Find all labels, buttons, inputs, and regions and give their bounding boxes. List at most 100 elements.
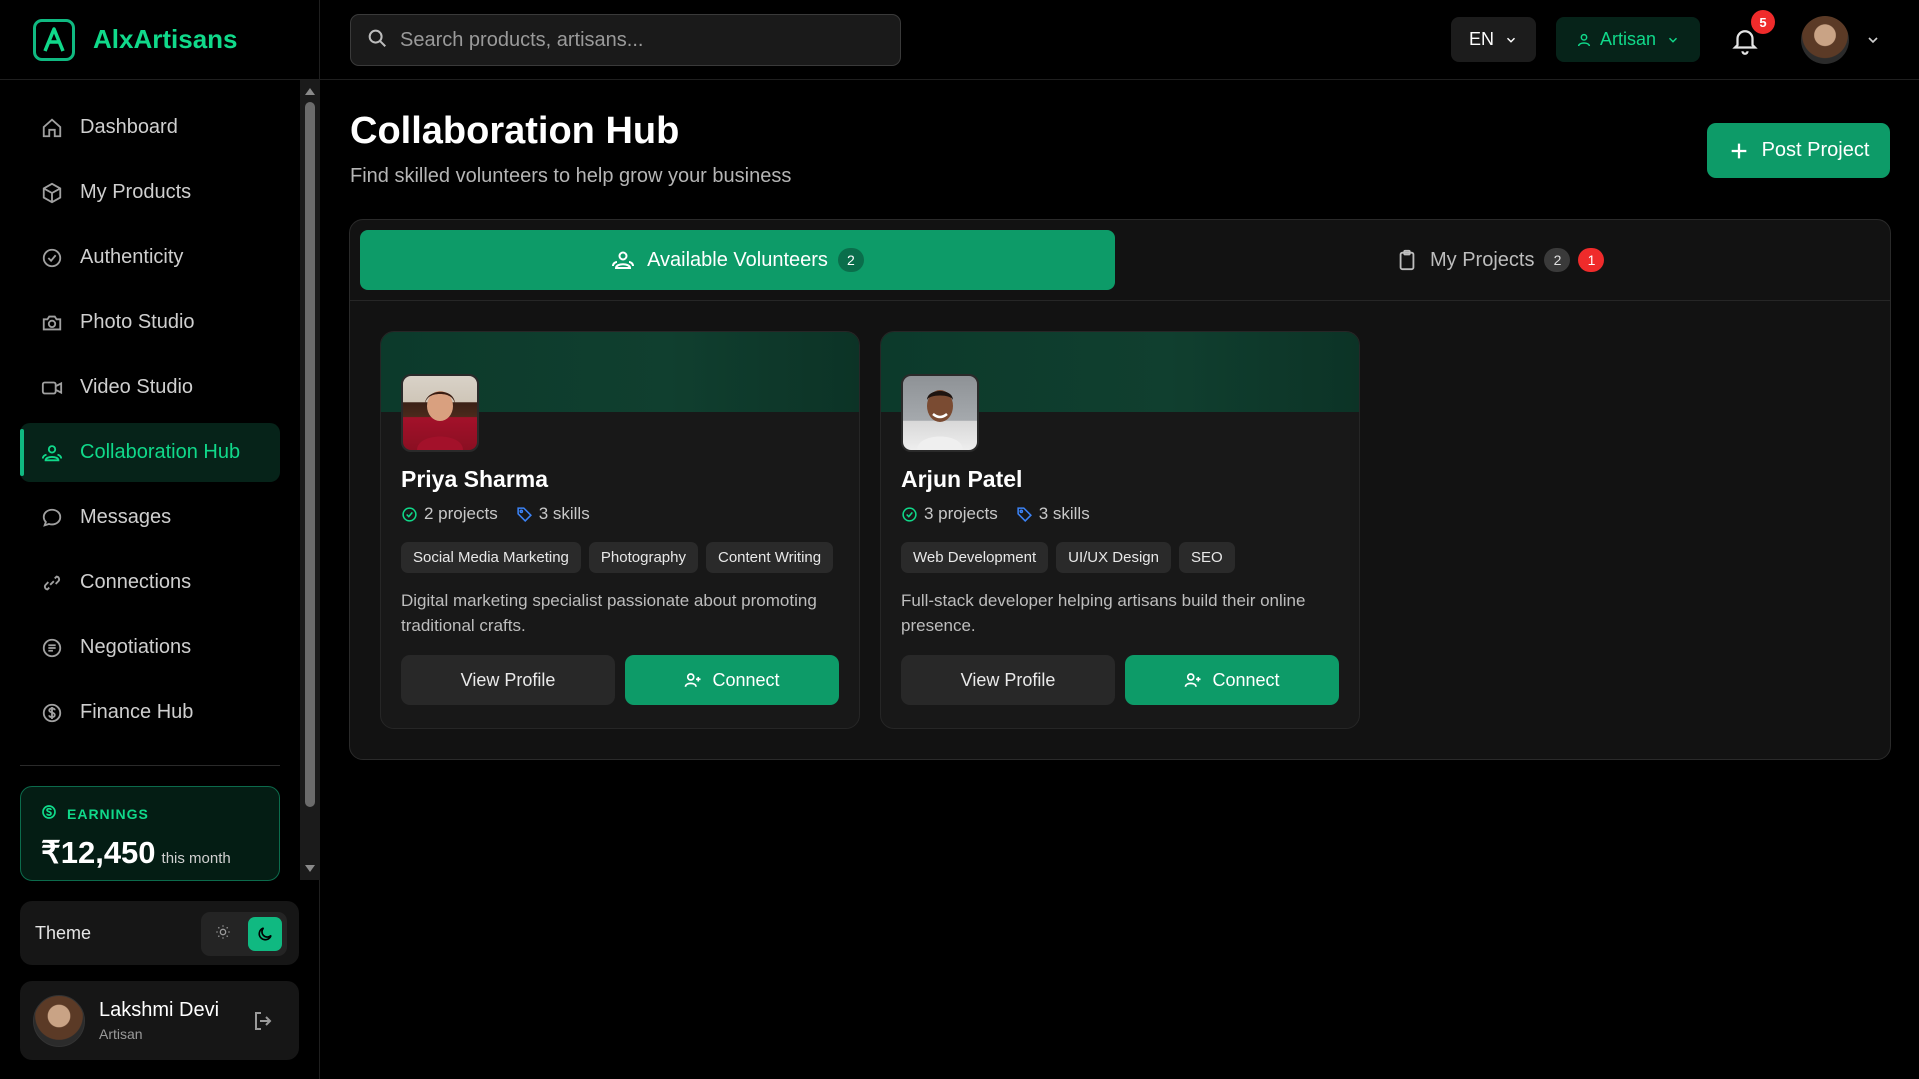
avatar [401,374,479,452]
tab-label: My Projects [1430,248,1535,271]
sidebar-item-my-products[interactable]: My Products [20,163,280,222]
skill-tags: Social Media Marketing Photography Conte… [401,542,841,573]
view-profile-button[interactable]: View Profile [401,655,615,705]
sidebar-item-collaboration-hub[interactable]: Collaboration Hub [20,423,280,482]
skill-tag: Content Writing [705,542,834,573]
video-icon [40,376,64,400]
sidebar-item-negotiations[interactable]: Negotiations [20,618,280,677]
tab-alert-badge: 1 [1578,248,1605,272]
user-plus-icon [1184,671,1202,689]
sidebar-item-connections[interactable]: Connections [20,553,280,612]
volunteer-meta: 2 projects 3 skills [401,504,608,524]
sidebar-item-label: Dashboard [80,116,178,138]
package-icon [40,181,64,205]
link-icon [40,571,64,595]
skill-count: 3 skills [1038,504,1090,523]
connect-label: Connect [1212,669,1280,690]
search-bar[interactable] [350,14,901,66]
sidebar-item-label: Finance Hub [80,701,194,723]
connect-button[interactable]: Connect [1125,655,1339,705]
volunteer-name: Priya Sharma [401,466,549,492]
moon-icon[interactable] [248,917,282,951]
sidebar-item-photo-studio[interactable]: Photo Studio [20,293,280,352]
chevron-down-icon[interactable] [1865,32,1881,53]
sidebar-item-label: Negotiations [80,636,192,658]
sidebar-item-label: Messages [80,506,172,528]
scroll-down-arrow[interactable] [305,865,315,872]
sidebar-item-authenticity[interactable]: Authenticity [20,228,280,287]
theme-toggle[interactable] [201,912,287,956]
project-count: 3 projects [924,504,998,523]
sidebar-scrollbar[interactable] [300,80,320,880]
volunteer-meta: 3 projects 3 skills [901,504,1108,524]
app-name: AlxArtisans [93,24,238,54]
tab-label: Available Volunteers [647,248,828,271]
user-name: Lakshmi Devi [99,999,220,1021]
sidebar-item-label: Collaboration Hub [80,441,241,463]
check-circle-icon [40,246,64,270]
language-label: EN [1468,29,1494,49]
tab-available-volunteers[interactable]: Available Volunteers 2 [360,230,1115,290]
page-subtitle: Find skilled volunteers to help grow you… [350,165,792,187]
volunteer-description: Digital marketing specialist passionate … [401,591,817,635]
avatar [33,994,85,1047]
logo-icon [33,18,75,61]
sidebar-item-label: Video Studio [80,376,194,398]
earnings-card: EARNINGS ₹12,450 this month [20,786,280,881]
chevron-down-icon [1666,33,1680,47]
sidebar-nav: Dashboard My Products Authenticity Photo… [20,98,280,748]
post-project-button[interactable]: Post Project [1707,123,1890,178]
handshake-icon [40,636,64,660]
skill-tag: SEO [1179,542,1235,573]
user-plus-icon [684,671,702,689]
tag-icon [516,506,533,523]
check-circle-icon [401,506,418,523]
tag-icon [1016,506,1033,523]
connect-button[interactable]: Connect [625,655,839,705]
camera-icon [40,311,64,335]
scroll-up-arrow[interactable] [305,88,315,95]
language-selector[interactable]: EN [1451,17,1536,62]
connect-label: Connect [712,669,780,690]
post-project-label: Post Project [1761,139,1870,161]
skill-tag: Photography [588,542,698,573]
role-label: Artisan [1599,29,1657,49]
page-title: Collaboration Hub [350,110,680,152]
logo-row[interactable]: AlxArtisans [0,0,319,80]
home-icon [40,116,64,140]
sidebar-item-video-studio[interactable]: Video Studio [20,358,280,417]
sidebar-item-finance-hub[interactable]: Finance Hub [20,683,280,742]
top-bar: EN Artisan 5 [320,0,1919,80]
users-icon [611,248,635,272]
volunteer-name: Arjun Patel [901,466,1023,492]
tab-my-projects[interactable]: My Projects 2 1 [1396,242,1605,278]
skill-tag: Social Media Marketing [401,542,581,573]
skill-tags: Web Development UI/UX Design SEO [901,542,1243,573]
sun-icon[interactable] [215,924,231,945]
users-icon [40,441,64,465]
sidebar-item-messages[interactable]: Messages [20,488,280,547]
skill-tag: Web Development [901,542,1049,573]
volunteer-card: Priya Sharma 2 projects 3 skills Social … [380,331,860,729]
theme-switcher: Theme [20,901,299,965]
search-input[interactable] [400,28,880,52]
volunteer-description: Full-stack developer helping artisans bu… [901,591,1306,635]
sidebar-item-label: Authenticity [80,246,184,268]
search-icon [366,27,388,54]
logout-icon[interactable] [251,1009,275,1038]
avatar[interactable] [1801,16,1849,64]
plus-icon [1728,140,1750,162]
message-icon [40,506,64,530]
scroll-thumb[interactable] [305,102,315,807]
sidebar-item-label: My Products [80,181,192,203]
dollar-icon [40,701,64,725]
sidebar-item-dashboard[interactable]: Dashboard [20,98,280,157]
view-profile-button[interactable]: View Profile [901,655,1115,705]
role-selector[interactable]: Artisan [1556,17,1700,62]
chevron-down-icon [1504,33,1518,47]
sidebar-item-label: Connections [80,571,192,593]
user-profile-card[interactable]: Lakshmi Devi Artisan [20,981,299,1060]
sidebar-divider [20,765,280,766]
skill-tag: UI/UX Design [1056,542,1171,573]
dollar-icon [41,804,57,823]
